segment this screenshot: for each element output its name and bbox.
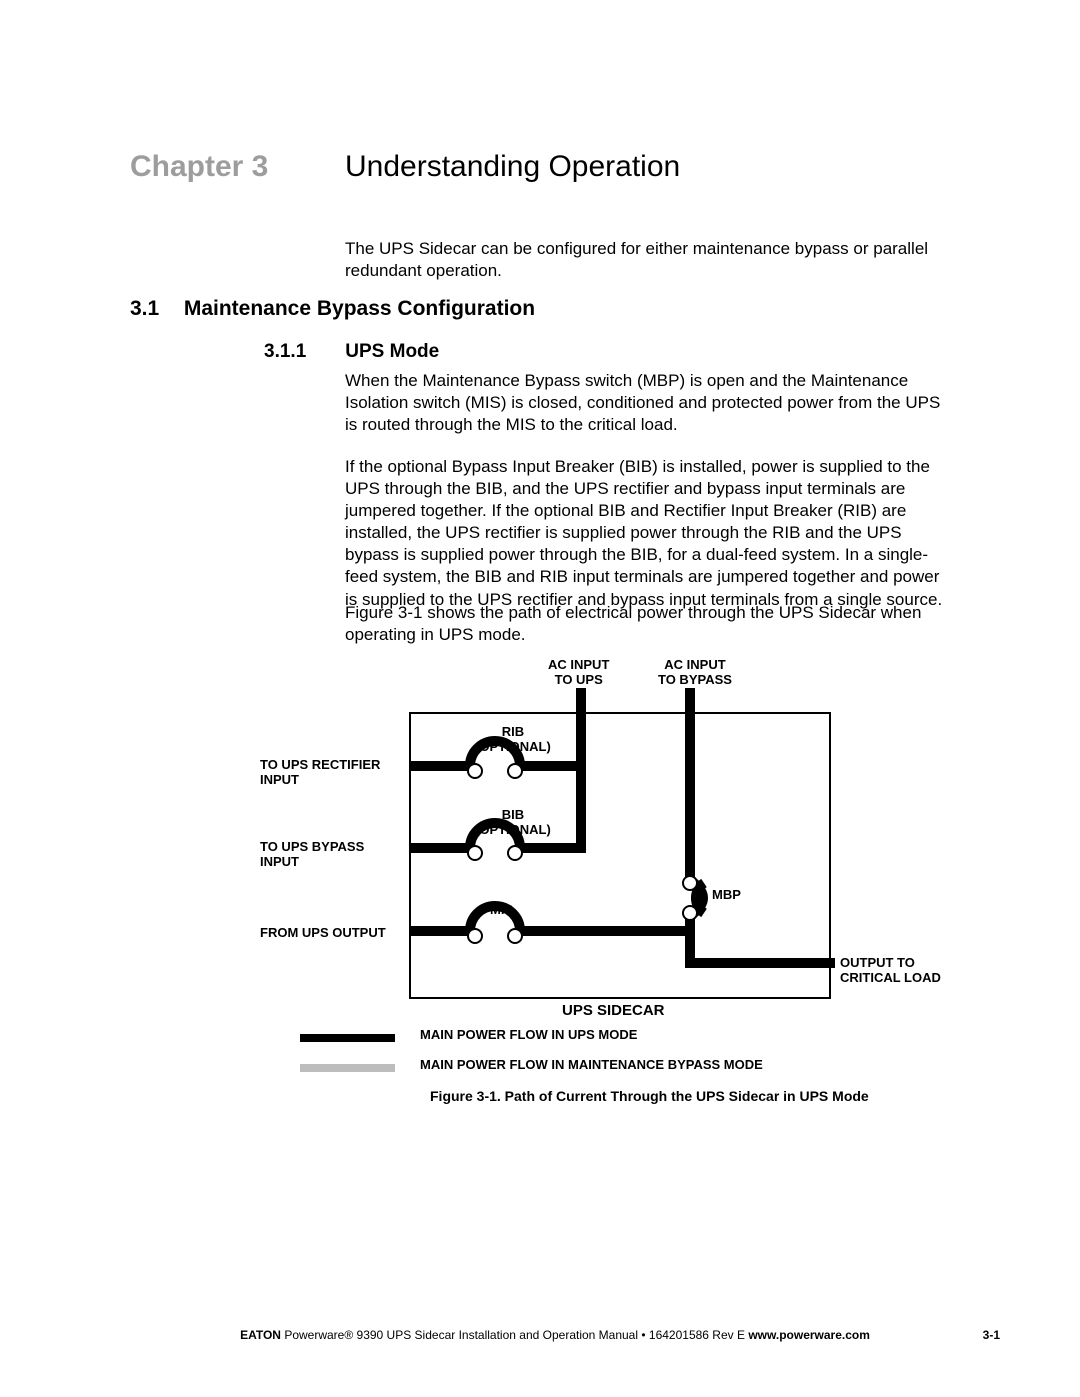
label-output-critical: OUTPUT TO CRITICAL LOAD (840, 956, 941, 986)
diagram-svg (130, 658, 950, 1038)
chapter-header: Chapter 3 Understanding Operation (130, 150, 950, 184)
legend-text-ups-mode: MAIN POWER FLOW IN UPS MODE (420, 1028, 637, 1043)
legend-bar-ups-mode (300, 1034, 395, 1042)
page: Chapter 3 Understanding Operation The UP… (0, 0, 1080, 1397)
label-to-ups-bypass: TO UPS BYPASS INPUT (260, 840, 364, 870)
label-from-ups-output: FROM UPS OUTPUT (260, 926, 386, 941)
section-3-1-1-heading: 3.1.1 UPS Mode (264, 341, 439, 363)
figure-3-1-diagram: AC INPUT TO UPS AC INPUT TO BYPASS RIB (… (130, 658, 950, 1118)
section-title: Maintenance Bypass Configuration (184, 297, 535, 320)
paragraph-1: When the Maintenance Bypass switch (MBP)… (345, 370, 950, 436)
page-number: 3-1 (983, 1328, 1000, 1342)
section-number: 3.1 (130, 297, 178, 321)
subsection-title: UPS Mode (345, 341, 439, 362)
section-3-1-heading: 3.1 Maintenance Bypass Configuration (130, 297, 535, 321)
label-rib: RIB (OPTIONAL) (475, 725, 551, 755)
footer: EATON Powerware® 9390 UPS Sidecar Instal… (130, 1328, 980, 1342)
label-mbp: MBP (712, 888, 741, 903)
chapter-label: Chapter 3 (130, 150, 268, 184)
legend-text-bypass-mode: MAIN POWER FLOW IN MAINTENANCE BYPASS MO… (420, 1058, 763, 1073)
footer-text: Powerware® 9390 UPS Sidecar Installation… (281, 1328, 748, 1342)
figure-caption: Figure 3-1. Path of Current Through the … (430, 1088, 869, 1104)
label-ac-input-bypass: AC INPUT TO BYPASS (658, 658, 732, 688)
legend-bar-bypass-mode (300, 1064, 395, 1072)
label-ac-input-ups: AC INPUT TO UPS (548, 658, 609, 688)
footer-brand: EATON (240, 1328, 281, 1342)
label-to-ups-rectifier: TO UPS RECTIFIER INPUT (260, 758, 380, 788)
label-bib: BIB (OPTIONAL) (475, 808, 551, 838)
subsection-number: 3.1.1 (264, 341, 340, 363)
label-ups-sidecar: UPS SIDECAR (562, 1002, 665, 1019)
footer-url: www.powerware.com (748, 1328, 870, 1342)
chapter-title: Understanding Operation (345, 150, 680, 184)
paragraph-2: If the optional Bypass Input Breaker (BI… (345, 456, 950, 611)
intro-paragraph: The UPS Sidecar can be configured for ei… (345, 238, 950, 282)
paragraph-3: Figure 3-1 shows the path of electrical … (345, 602, 950, 646)
label-mis: MIS (490, 903, 513, 918)
